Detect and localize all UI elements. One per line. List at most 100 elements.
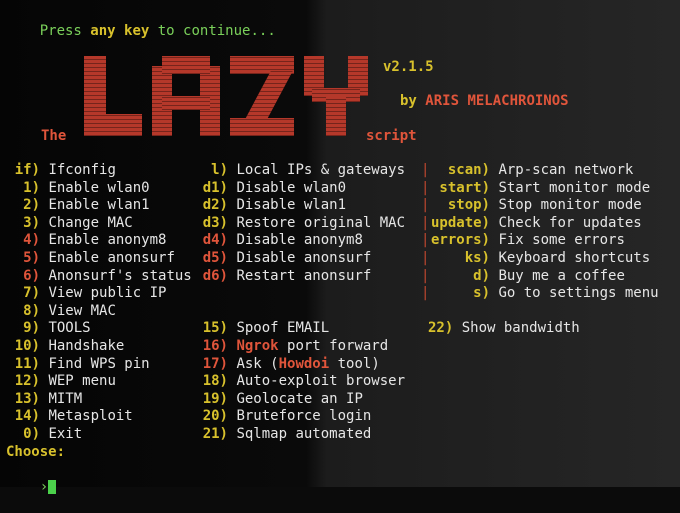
menu-item-mid[interactable]: d5) Disable anonsurf [196,250,372,267]
menu-item-mid[interactable]: 20) Bruteforce login [196,408,372,425]
menu-label: View public IP [48,285,167,302]
menu-key: 17) [202,355,228,372]
lazy-logo [82,52,372,152]
press-text-b: to continue... [149,23,276,39]
menu-item-mid[interactable]: d4) Disable anonym8 [196,232,363,249]
menu-item-left[interactable]: if) Ifconfig [6,162,116,179]
menu-item-right[interactable]: stop) Stop monitor mode [428,197,642,214]
menu-label: Exit [48,426,83,442]
menu-label: Disable anonym8 [236,232,363,249]
terminal-window[interactable]: Press any key to continue... v2.1.5 by A… [0,0,680,495]
menu-key: d5) [202,250,228,266]
press-text-key: any key [90,23,150,39]
menu-label: Bruteforce login [236,408,372,425]
menu-key: 4) [23,232,40,249]
menu-key: 21) [202,426,228,442]
menu-label: Enable wlan0 [48,179,150,196]
menu-key: ks) [464,250,490,266]
menu-item-right[interactable]: errors) Fix some errors [428,232,625,249]
menu-label-part: Ask ( [236,355,279,372]
menu-item-left[interactable]: 13) MITM [6,391,82,408]
menu-label: TOOLS [48,320,91,337]
menu-key: 10) [14,338,40,354]
logo-script-label: script [366,128,417,144]
menu-key: 0) [23,426,40,442]
menu-item-left[interactable]: 0) Exit [6,426,82,443]
menu-item-mid[interactable]: d1) Disable wlan0 [196,180,346,197]
menu-label-part: port forward [278,338,389,354]
menu-item-mid[interactable]: 21) Sqlmap automated [196,426,372,443]
menu-label: Metasploit [48,408,133,425]
menu-key: 3) [23,214,40,231]
menu-label: WEP menu [48,373,116,390]
menu-item-left[interactable]: 4) Enable anonym8 [6,232,166,249]
menu-item-left[interactable]: 2) Enable wlan1 [6,197,150,214]
menu-item-left[interactable]: 5) Enable anonsurf [6,250,175,267]
menu-item-bandwidth[interactable]: 22) Show bandwidth [428,320,580,337]
menu-item-left[interactable]: 1) Enable wlan0 [6,179,150,197]
menu-item-right[interactable]: scan) Arp-scan network [428,162,633,179]
menu-label: Anonsurf's status [48,267,192,284]
menu-item-left[interactable]: 12) WEP menu [6,373,116,390]
menu-item-right[interactable]: update) Check for updates [428,215,642,232]
prompt-symbol: › [39,479,49,495]
menu-item-mid[interactable]: 17) Ask (Howdoi tool) [196,356,380,373]
menu-item-mid[interactable]: d3) Restore original MAC [196,215,405,232]
menu-key: 12) [14,373,40,390]
menu-label: Restore original MAC [236,214,406,231]
menu-label: Local IPs & gateways [236,162,406,178]
menu-item-right[interactable]: d) Buy me a coffee [428,268,625,285]
menu-item-left[interactable]: 14) Metasploit [6,408,133,425]
menu-item-right[interactable]: s) Go to settings menu [428,285,659,302]
menu-item-right[interactable]: start) Start monitor mode [428,180,650,197]
menu-item-mid[interactable]: d6) Restart anonsurf [196,267,372,285]
menu-key: start) [439,179,490,196]
menu-key: 11) [14,355,40,372]
menu-item-mid[interactable]: d2) Disable wlan1 [196,197,346,214]
menu-key: 5) [23,250,40,266]
menu-label: Disable anonsurf [236,250,372,266]
menu-key: 16) [202,338,228,354]
version-label: v2.1.5 [383,59,434,75]
logo-letter-z-diag [244,70,294,120]
menu-label: View MAC [48,302,116,319]
text-cursor[interactable] [48,480,57,494]
menu-item-mid[interactable]: l) Local IPs & gateways [196,162,405,179]
menu-key: 14) [14,408,40,425]
menu-label: Arp-scan network [498,162,634,178]
menu-label: Disable wlan0 [236,179,347,196]
menu-label: Go to settings menu [498,285,659,302]
menu-label: Auto-exploit browser [236,373,406,390]
logo-the-label: The [41,128,67,144]
menu-item-mid[interactable]: 19) Geolocate an IP [196,391,363,408]
menu-label: Check for updates [498,214,642,231]
menu-item-left[interactable]: 6) Anonsurf's status [6,268,192,285]
menu-item-left[interactable]: 10) Handshake [6,338,125,355]
menu-label-part: tool) [329,355,380,372]
menu-label: Buy me a coffee [498,267,625,284]
choose-label: Choose: [6,444,66,460]
menu-item-right[interactable]: ks) Keyboard shortcuts [428,250,650,267]
menu-label: Enable wlan1 [48,197,150,214]
menu-item-mid[interactable]: 16) Ngrok port forward [196,338,388,355]
menu-item-left[interactable]: 9) TOOLS [6,320,91,337]
logo-letter-a-top [162,56,210,74]
menu-label: Show bandwidth [461,320,580,337]
menu-key: l) [211,162,228,178]
menu-key: 19) [202,390,228,407]
menu-item-left[interactable]: 3) Change MAC [6,215,133,232]
menu-key: 1) [23,179,40,196]
menu-label: Keyboard shortcuts [498,250,651,266]
menu-item-mid[interactable]: 18) Auto-exploit browser [196,373,405,390]
menu-item-left[interactable]: 8) View MAC [6,303,116,320]
logo-letter-y-stem [326,96,346,136]
menu-item-mid[interactable]: 15) Spoof EMAIL [196,320,329,337]
menu-item-left[interactable]: 11) Find WPS pin [6,356,150,373]
menu-label: Restart anonsurf [236,267,372,284]
prompt-line[interactable]: › [6,462,57,513]
menu-key: update) [430,214,490,231]
menu-item-left[interactable]: 7) View public IP [6,285,166,302]
menu-label: Start monitor mode [498,179,651,196]
menu-label: Geolocate an IP [236,390,363,407]
menu-key: errors) [430,232,490,249]
